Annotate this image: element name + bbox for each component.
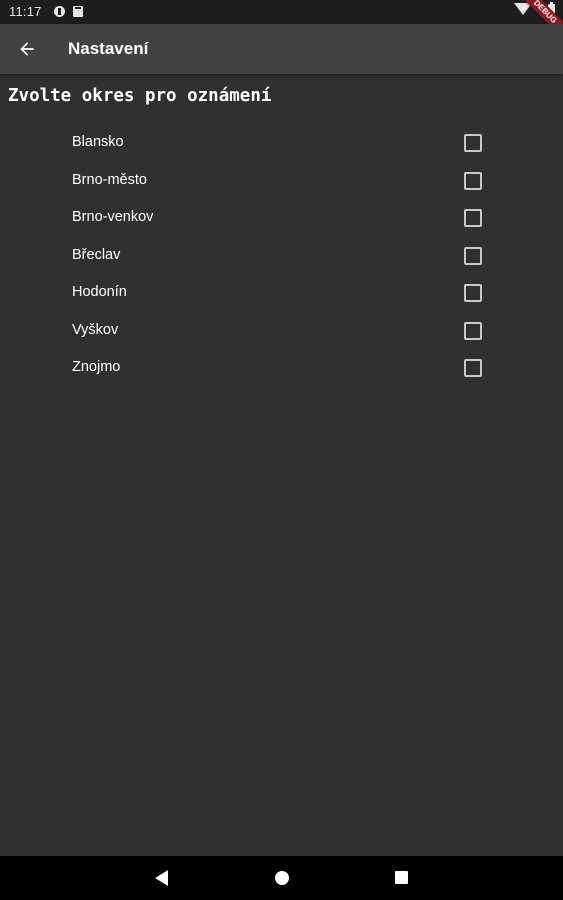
district-checkbox[interactable] [464,171,482,190]
status-time: 11:17 [9,4,42,19]
district-list: Blansko Brno-město Brno-venkov Břeclav H… [0,124,563,387]
district-label: Hodonín [72,284,127,300]
status-bar: 11:17 DEBUG [0,0,563,45]
list-item-brno-venkov[interactable]: Brno-venkov [0,199,563,237]
district-checkbox[interactable] [464,284,482,302]
district-checkbox[interactable] [464,134,482,152]
navigation-bar [0,856,563,900]
list-item-breclav[interactable]: Břeclav [0,237,563,275]
list-item-znojmo[interactable]: Znojmo [0,349,563,387]
nav-back-icon[interactable] [155,870,168,886]
sim-card-icon [73,6,83,17]
back-button[interactable] [10,32,44,66]
app-bar: Nastavení [0,24,563,74]
district-label: Vyškov [72,321,119,338]
section-heading: Zvolte okres pro oznámení [8,86,272,106]
page-title: Nastavení [68,39,149,58]
list-item-hodonin[interactable]: Hodonín [0,274,563,312]
district-label: Znojmo [72,359,121,375]
list-item-vyskov[interactable]: Vyškov [0,312,563,350]
district-checkbox[interactable] [464,246,482,265]
nav-recents-icon[interactable] [395,871,408,884]
district-checkbox[interactable] [464,209,482,227]
list-item-blansko[interactable]: Blansko [0,124,563,162]
district-checkbox[interactable] [464,359,482,377]
nav-home-icon[interactable] [275,871,289,885]
district-label: Břeclav [72,246,121,263]
list-item-brno-mesto[interactable]: Brno-město [0,162,563,200]
district-label: Brno-město [72,171,147,188]
district-label: Brno-venkov [72,209,154,225]
notification-icon [54,6,65,17]
district-checkbox[interactable] [464,321,482,340]
district-label: Blansko [72,134,124,150]
arrow-back-icon [20,42,34,56]
